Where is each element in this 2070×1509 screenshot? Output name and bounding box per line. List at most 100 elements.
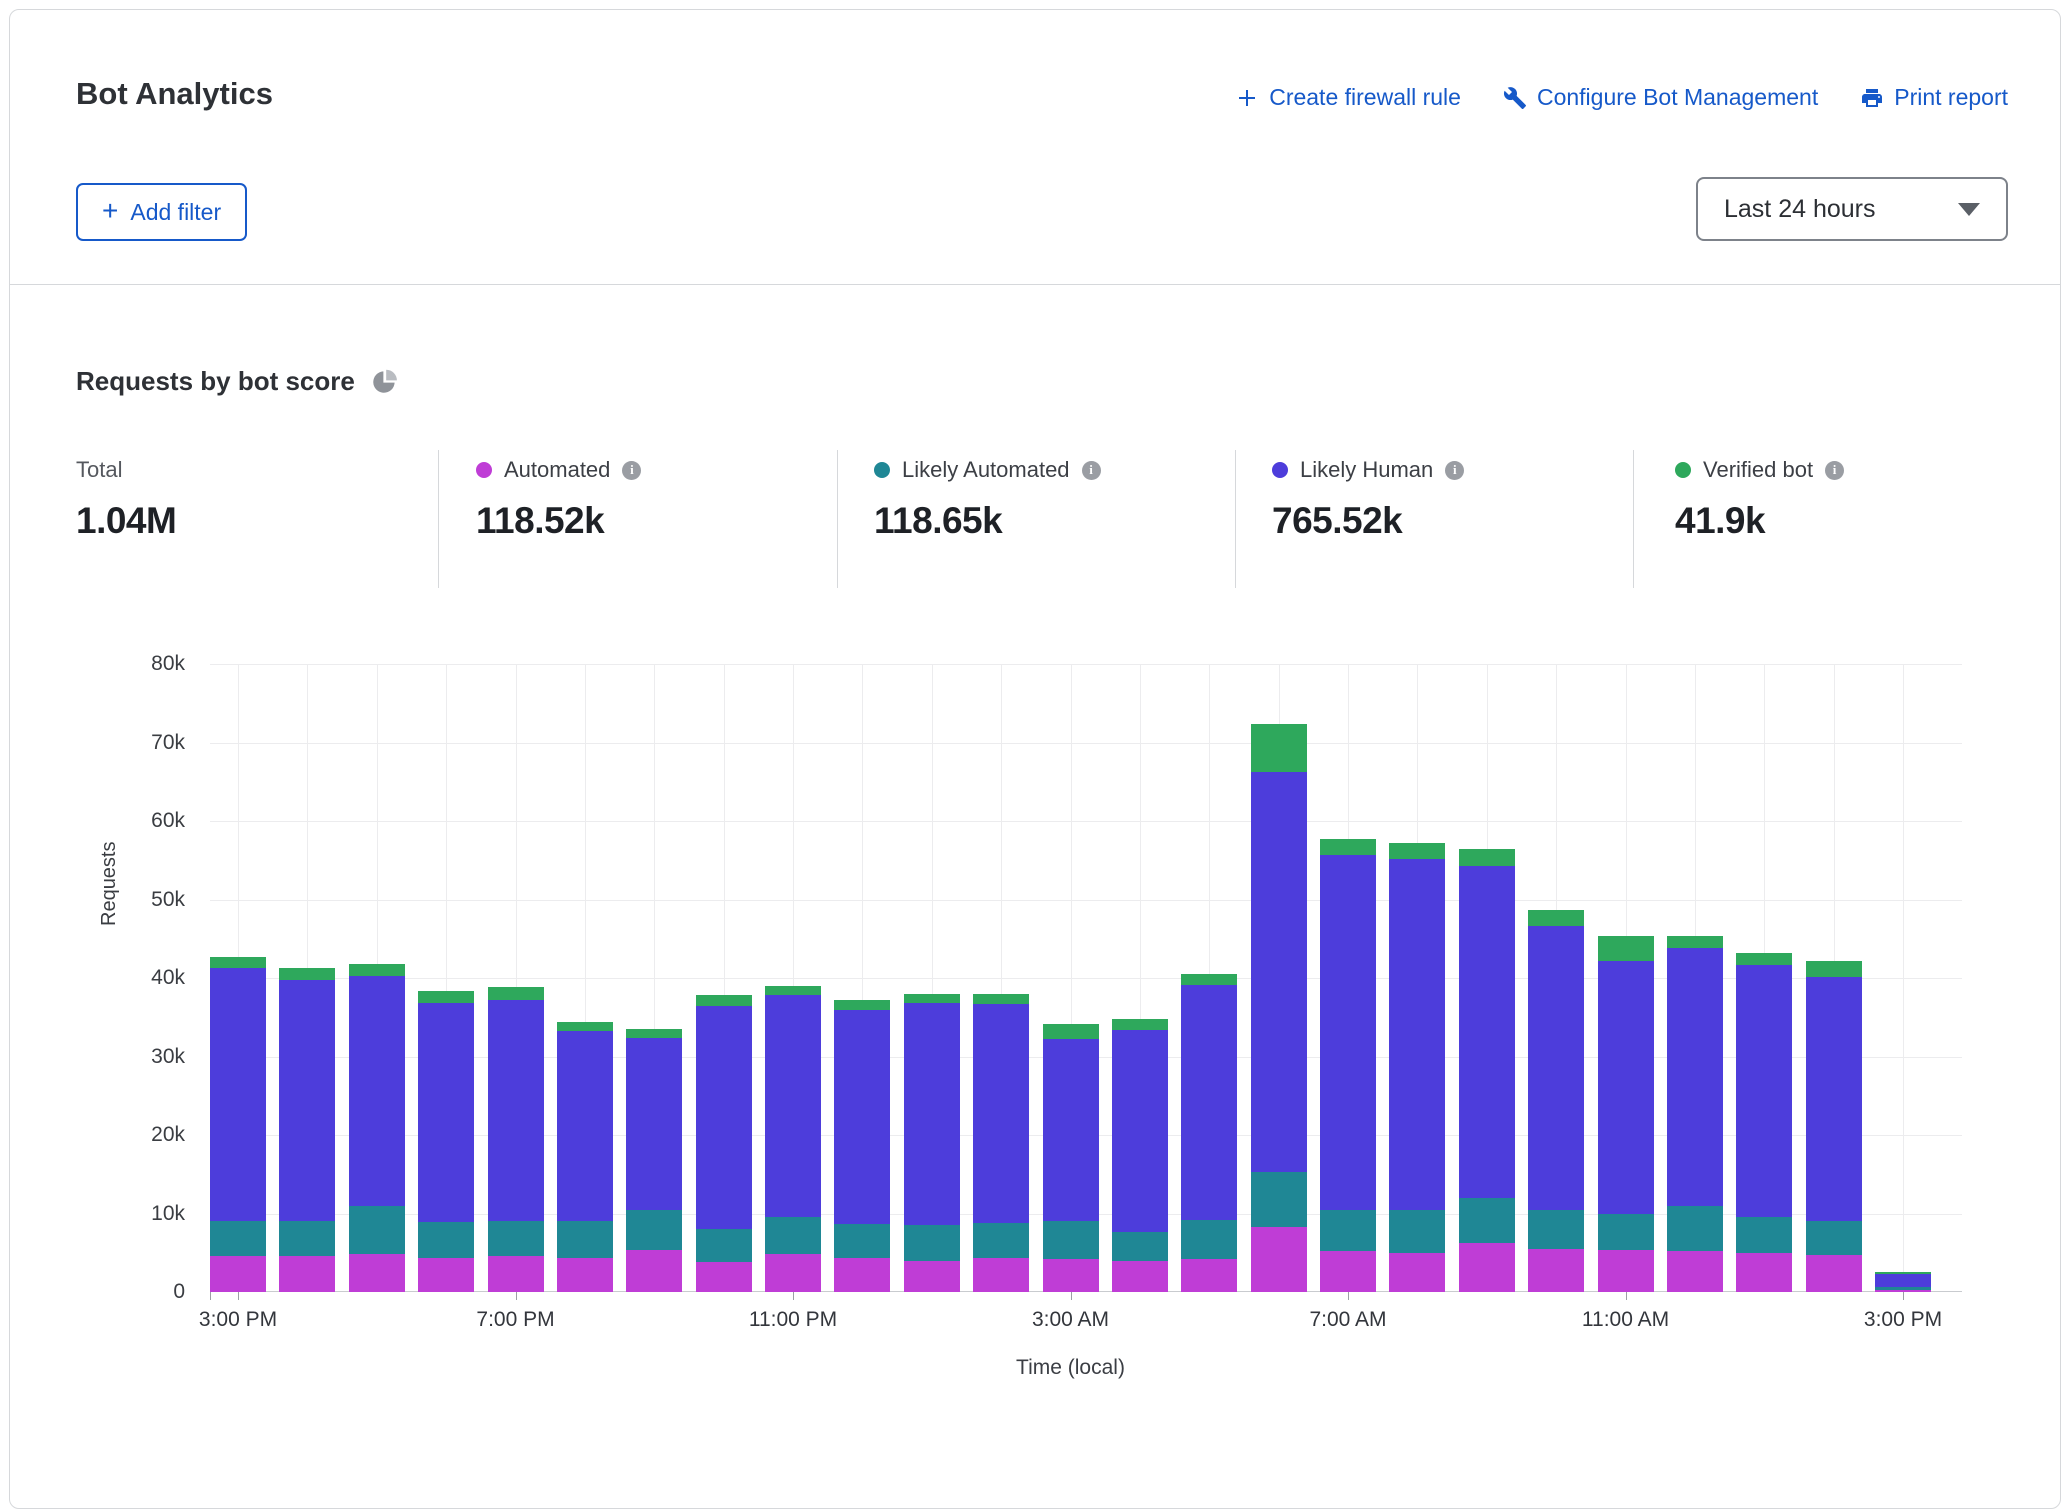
bar-9-00-pm[interactable] (626, 664, 682, 1292)
bar-11-00-pm[interactable] (765, 664, 821, 1292)
bar-segment-likely-human[interactable] (1459, 866, 1515, 1198)
bar-segment-verified-bot[interactable] (1736, 953, 1792, 966)
bar-segment-likely-human[interactable] (626, 1038, 682, 1211)
action-link-print-report[interactable]: Print report (1860, 84, 2008, 111)
bar-segment-verified-bot[interactable] (210, 957, 266, 968)
bar-segment-likely-human[interactable] (1320, 855, 1376, 1210)
bar-2-00-am[interactable] (973, 664, 1029, 1292)
bar-segment-likely-automated[interactable] (1736, 1217, 1792, 1252)
bar-segment-likely-human[interactable] (1389, 859, 1445, 1209)
bar-segment-likely-automated[interactable] (626, 1210, 682, 1250)
bar-segment-likely-automated[interactable] (279, 1221, 335, 1256)
bar-segment-likely-automated[interactable] (1320, 1210, 1376, 1252)
bar-segment-likely-human[interactable] (1251, 772, 1307, 1172)
bar-segment-likely-human[interactable] (349, 976, 405, 1206)
bar-segment-verified-bot[interactable] (1459, 849, 1515, 865)
info-icon[interactable]: i (1445, 461, 1464, 480)
bar-9-00-am[interactable] (1459, 664, 1515, 1292)
bar-segment-likely-human[interactable] (973, 1004, 1029, 1223)
bar-segment-likely-automated[interactable] (1389, 1210, 1445, 1253)
bar-segment-verified-bot[interactable] (626, 1029, 682, 1038)
bar-segment-verified-bot[interactable] (488, 987, 544, 1000)
bar-segment-likely-human[interactable] (1043, 1039, 1099, 1221)
bar-segment-automated[interactable] (1112, 1261, 1168, 1292)
bar-segment-likely-automated[interactable] (1181, 1220, 1237, 1259)
action-link-configure-bot-management[interactable]: Configure Bot Management (1503, 84, 1818, 111)
bar-segment-verified-bot[interactable] (1598, 936, 1654, 960)
add-filter-button[interactable]: + Add filter (76, 183, 247, 241)
bar-segment-automated[interactable] (834, 1258, 890, 1292)
bar-segment-automated[interactable] (1459, 1243, 1515, 1292)
bar-segment-verified-bot[interactable] (904, 994, 960, 1003)
bar-segment-likely-human[interactable] (488, 1000, 544, 1221)
bar-10-00-pm[interactable] (696, 664, 752, 1292)
bar-segment-verified-bot[interactable] (1320, 839, 1376, 855)
bar-segment-verified-bot[interactable] (973, 994, 1029, 1004)
bar-segment-verified-bot[interactable] (696, 995, 752, 1006)
bar-segment-likely-human[interactable] (696, 1006, 752, 1229)
bar-segment-likely-automated[interactable] (1806, 1221, 1862, 1255)
bar-1-00-pm[interactable] (1736, 664, 1792, 1292)
bar-segment-automated[interactable] (1806, 1255, 1862, 1292)
bar-segment-likely-automated[interactable] (1459, 1198, 1515, 1244)
bar-segment-automated[interactable] (1320, 1251, 1376, 1292)
bar-segment-likely-human[interactable] (834, 1010, 890, 1224)
bar-4-00-am[interactable] (1112, 664, 1168, 1292)
bar-4-00-pm[interactable] (279, 664, 335, 1292)
bar-segment-automated[interactable] (557, 1258, 613, 1292)
bar-12-00-am[interactable] (834, 664, 890, 1292)
bar-segment-likely-human[interactable] (904, 1003, 960, 1225)
bar-segment-likely-automated[interactable] (1112, 1232, 1168, 1260)
bar-segment-verified-bot[interactable] (765, 986, 821, 995)
bar-segment-verified-bot[interactable] (1112, 1019, 1168, 1030)
bar-segment-likely-automated[interactable] (765, 1217, 821, 1254)
bar-6-00-am[interactable] (1251, 664, 1307, 1292)
bar-segment-verified-bot[interactable] (1181, 974, 1237, 985)
bar-segment-automated[interactable] (765, 1254, 821, 1292)
bar-2-00-pm[interactable] (1806, 664, 1862, 1292)
bar-segment-likely-automated[interactable] (557, 1221, 613, 1258)
bar-segment-automated[interactable] (418, 1258, 474, 1292)
bar-segment-likely-automated[interactable] (973, 1223, 1029, 1258)
bar-segment-automated[interactable] (1251, 1227, 1307, 1292)
info-icon[interactable]: i (1082, 461, 1101, 480)
bar-11-00-am[interactable] (1598, 664, 1654, 1292)
bar-segment-likely-human[interactable] (1528, 926, 1584, 1209)
bar-segment-verified-bot[interactable] (279, 968, 335, 980)
bar-1-00-am[interactable] (904, 664, 960, 1292)
bar-segment-verified-bot[interactable] (418, 991, 474, 1004)
bar-segment-likely-automated[interactable] (1528, 1210, 1584, 1249)
bar-segment-likely-human[interactable] (1806, 977, 1862, 1221)
bar-segment-likely-human[interactable] (1181, 985, 1237, 1220)
bar-segment-likely-automated[interactable] (488, 1221, 544, 1256)
bar-segment-verified-bot[interactable] (1806, 961, 1862, 977)
bar-segment-automated[interactable] (1528, 1249, 1584, 1292)
bar-segment-likely-automated[interactable] (904, 1225, 960, 1260)
bar-segment-likely-human[interactable] (557, 1031, 613, 1221)
info-icon[interactable]: i (622, 461, 641, 480)
bar-5-00-am[interactable] (1181, 664, 1237, 1292)
bar-segment-automated[interactable] (1181, 1259, 1237, 1292)
bar-segment-likely-automated[interactable] (210, 1221, 266, 1256)
bar-segment-likely-human[interactable] (1667, 948, 1723, 1205)
bar-segment-likely-automated[interactable] (696, 1229, 752, 1262)
bar-3-00-pm[interactable] (210, 664, 266, 1292)
bar-segment-verified-bot[interactable] (1667, 936, 1723, 949)
bar-segment-automated[interactable] (1389, 1253, 1445, 1292)
bar-segment-likely-human[interactable] (210, 968, 266, 1222)
bar-segment-likely-automated[interactable] (1667, 1206, 1723, 1252)
bar-segment-verified-bot[interactable] (1043, 1024, 1099, 1040)
bar-7-00-pm[interactable] (488, 664, 544, 1292)
bar-8-00-pm[interactable] (557, 664, 613, 1292)
bar-segment-likely-automated[interactable] (1598, 1214, 1654, 1251)
bar-segment-automated[interactable] (696, 1262, 752, 1292)
bar-segment-verified-bot[interactable] (834, 1000, 890, 1010)
bar-segment-automated[interactable] (279, 1256, 335, 1292)
info-icon[interactable]: i (1825, 461, 1844, 480)
action-link-create-firewall-rule[interactable]: Create firewall rule (1235, 84, 1461, 111)
bar-10-00-am[interactable] (1528, 664, 1584, 1292)
bar-segment-automated[interactable] (973, 1258, 1029, 1292)
bar-segment-automated[interactable] (349, 1254, 405, 1292)
bar-3-00-pm[interactable] (1875, 664, 1931, 1292)
bar-segment-likely-automated[interactable] (418, 1222, 474, 1258)
